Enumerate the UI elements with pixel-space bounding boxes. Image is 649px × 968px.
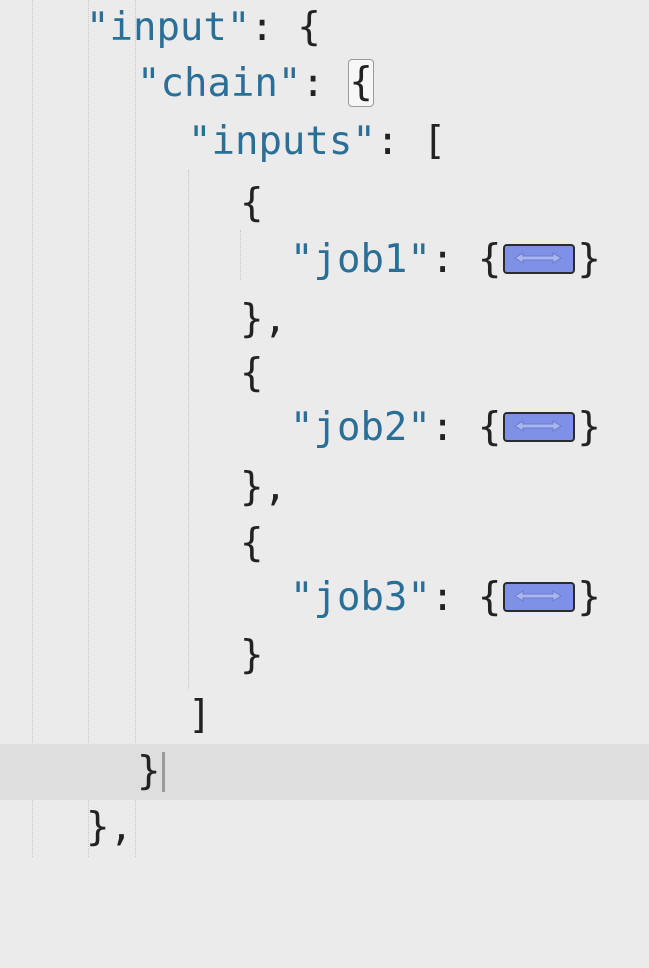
code-line[interactable]: }, <box>0 800 649 856</box>
code-editor[interactable]: "input": { "chain": { "inputs": [ { "job… <box>0 0 649 857</box>
json-punctuation: }, <box>240 465 287 510</box>
json-punctuation: } <box>137 749 161 794</box>
double-arrow-icon <box>514 589 563 602</box>
json-key: "job1" <box>290 237 431 282</box>
json-punctuation: { <box>477 405 502 450</box>
code-line[interactable]: "input": { <box>0 0 649 56</box>
json-punctuation: { <box>477 575 502 620</box>
code-line[interactable]: } <box>0 628 649 684</box>
code-line[interactable]: { <box>0 346 649 402</box>
json-punctuation: ] <box>188 693 212 738</box>
code-line[interactable]: ] <box>0 688 649 744</box>
folded-region-marker[interactable] <box>503 411 576 442</box>
json-key: "chain" <box>137 61 302 106</box>
code-line[interactable]: "job2": {} <box>0 400 649 456</box>
json-key: "input" <box>86 5 251 50</box>
double-arrow-icon <box>514 419 563 432</box>
double-arrow-icon <box>514 251 563 264</box>
json-punctuation: : <box>430 575 478 620</box>
json-punctuation: : { <box>250 5 321 50</box>
json-key: "job3" <box>290 575 431 620</box>
json-punctuation: } <box>577 405 601 450</box>
json-punctuation: { <box>240 521 264 566</box>
json-key: "inputs" <box>188 119 376 164</box>
json-punctuation: } <box>240 633 264 678</box>
json-punctuation: } <box>577 575 601 620</box>
code-line[interactable]: "job3": {} <box>0 570 649 626</box>
code-line[interactable]: }, <box>0 460 649 516</box>
json-punctuation: } <box>577 237 601 282</box>
json-punctuation: : <box>430 237 478 282</box>
code-line[interactable]: "chain": { <box>0 56 649 112</box>
current-line[interactable]: } <box>0 744 649 800</box>
code-line[interactable]: { <box>0 176 649 232</box>
code-line[interactable]: "job1": {} <box>0 232 649 288</box>
json-punctuation: : [ <box>375 119 447 164</box>
text-cursor <box>162 752 165 792</box>
json-punctuation: : <box>301 61 349 106</box>
matched-bracket-highlight: { <box>348 58 374 107</box>
json-punctuation: : <box>430 405 478 450</box>
json-punctuation: { <box>477 237 502 282</box>
json-punctuation: { <box>240 351 264 396</box>
code-line[interactable]: { <box>0 516 649 572</box>
json-punctuation: }, <box>86 805 133 850</box>
code-line[interactable]: "inputs": [ <box>0 114 649 170</box>
json-punctuation: }, <box>240 297 287 342</box>
folded-region-marker[interactable] <box>503 581 576 612</box>
folded-region-marker[interactable] <box>503 243 576 274</box>
json-key: "job2" <box>290 405 431 450</box>
code-line[interactable]: }, <box>0 292 649 348</box>
json-punctuation: { <box>240 181 264 226</box>
